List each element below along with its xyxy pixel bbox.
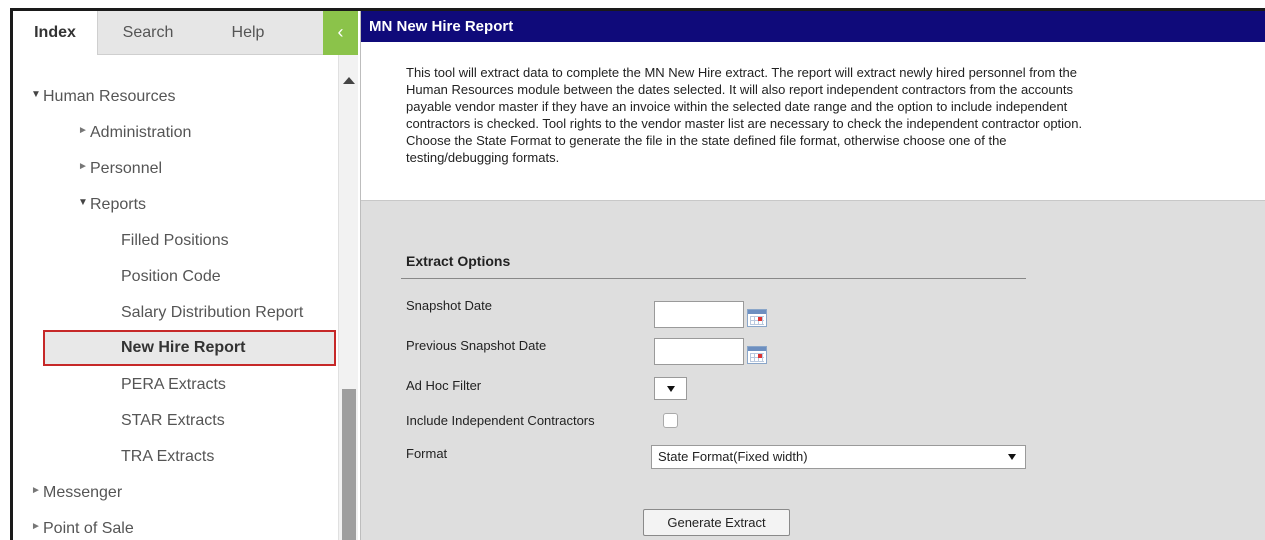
page-title: MN New Hire Report <box>361 11 1265 42</box>
tree-node-administration[interactable]: ► Administration <box>78 115 191 151</box>
nav-scrollbar[interactable] <box>338 55 358 540</box>
tab-index[interactable]: Index <box>13 11 98 55</box>
tree-node-salary-distribution-report[interactable]: Salary Distribution Report <box>121 295 303 331</box>
description-box: This tool will extract data to complete … <box>361 42 1265 201</box>
ad-hoc-filter-select[interactable] <box>654 377 687 400</box>
tree-node-position-code[interactable]: Position Code <box>121 259 221 295</box>
tree-node-human-resources[interactable]: ▼ Human Resources <box>31 79 176 115</box>
collapsed-arrow-icon: ► <box>31 485 41 497</box>
calendar-icon[interactable] <box>747 346 767 364</box>
generate-extract-button[interactable]: Generate Extract <box>643 509 790 536</box>
description-line: testing/debugging formats. <box>406 150 560 165</box>
collapsed-arrow-icon: ► <box>31 521 41 533</box>
app-frame: Index Search Help ‹ ▼ Human Resources ► Ad… <box>10 8 1265 540</box>
tree-node-new-hire-report-selected[interactable]: New Hire Report <box>43 330 336 366</box>
chevron-left-icon: ‹ <box>337 22 344 42</box>
collapsed-arrow-icon: ► <box>78 161 88 173</box>
tree-node-point-of-sale[interactable]: ► Point of Sale <box>31 511 134 540</box>
description-line: contractors is checked. Tool rights to t… <box>406 116 1083 131</box>
section-divider <box>401 278 1026 279</box>
description-line: Choose the State Format to generate the … <box>406 133 1007 148</box>
tree-node-star-extracts[interactable]: STAR Extracts <box>121 403 225 439</box>
format-select[interactable]: State Format(Fixed width) <box>651 445 1026 469</box>
collapse-panel-button[interactable]: ‹ <box>323 11 358 55</box>
previous-snapshot-date-input[interactable] <box>654 338 744 365</box>
left-navigation-panel: Index Search Help ‹ ▼ Human Resources ► Ad… <box>13 11 358 540</box>
dropdown-arrow-icon <box>667 386 675 392</box>
tree-node-reports[interactable]: ▼ Reports <box>78 187 146 223</box>
expanded-arrow-icon: ▼ <box>78 197 88 209</box>
tree-node-filled-positions[interactable]: Filled Positions <box>121 223 229 259</box>
tree-node-pera-extracts[interactable]: PERA Extracts <box>121 367 226 403</box>
tree-node-personnel[interactable]: ► Personnel <box>78 151 162 187</box>
tree-node-messenger[interactable]: ► Messenger <box>31 475 122 511</box>
description-line: payable vendor master if they have an in… <box>406 99 1068 114</box>
tree-node-label: Messenger <box>43 484 123 501</box>
tree-node-label: Administration <box>90 124 192 141</box>
include-contractors-checkbox[interactable] <box>663 413 678 428</box>
tree-node-label: Human Resources <box>43 88 176 105</box>
tree-node-label: Point of Sale <box>43 520 134 537</box>
extract-options-section: Extract Options Snapshot Date Previous S… <box>361 201 1265 540</box>
tree-node-label: Reports <box>90 196 147 213</box>
nav-tree: ▼ Human Resources ► Administration ► Person… <box>13 55 338 540</box>
tree-node-label: Personnel <box>90 160 163 177</box>
expanded-arrow-icon: ▼ <box>31 89 41 101</box>
description-line: This tool will extract data to complete … <box>406 65 1077 80</box>
collapsed-arrow-icon: ► <box>78 125 88 137</box>
snapshot-date-label: Snapshot Date <box>406 298 493 313</box>
tree-node-tra-extracts[interactable]: TRA Extracts <box>121 439 214 475</box>
tab-help[interactable]: Help <box>198 11 298 55</box>
report-panel: MN New Hire Report This tool will extrac… <box>360 11 1265 540</box>
tab-search[interactable]: Search <box>98 11 198 55</box>
ad-hoc-filter-label: Ad Hoc Filter <box>406 378 482 393</box>
format-selected-value: State Format(Fixed width) <box>658 449 808 464</box>
dropdown-arrow-icon <box>1008 454 1016 460</box>
snapshot-date-input[interactable] <box>654 301 744 328</box>
description-line: Human Resources module between the dates… <box>406 82 1073 97</box>
scrollbar-thumb[interactable] <box>342 389 356 540</box>
calendar-icon[interactable] <box>747 309 767 327</box>
previous-snapshot-date-label: Previous Snapshot Date <box>406 338 547 353</box>
format-label: Format <box>406 446 448 461</box>
report-description: This tool will extract data to complete … <box>406 64 1265 166</box>
scroll-up-arrow-icon[interactable] <box>343 77 355 84</box>
nav-tabs: Index Search Help ‹ <box>13 11 358 55</box>
include-contractors-label: Include Independent Contractors <box>406 413 595 428</box>
extract-options-heading: Extract Options <box>406 253 511 269</box>
